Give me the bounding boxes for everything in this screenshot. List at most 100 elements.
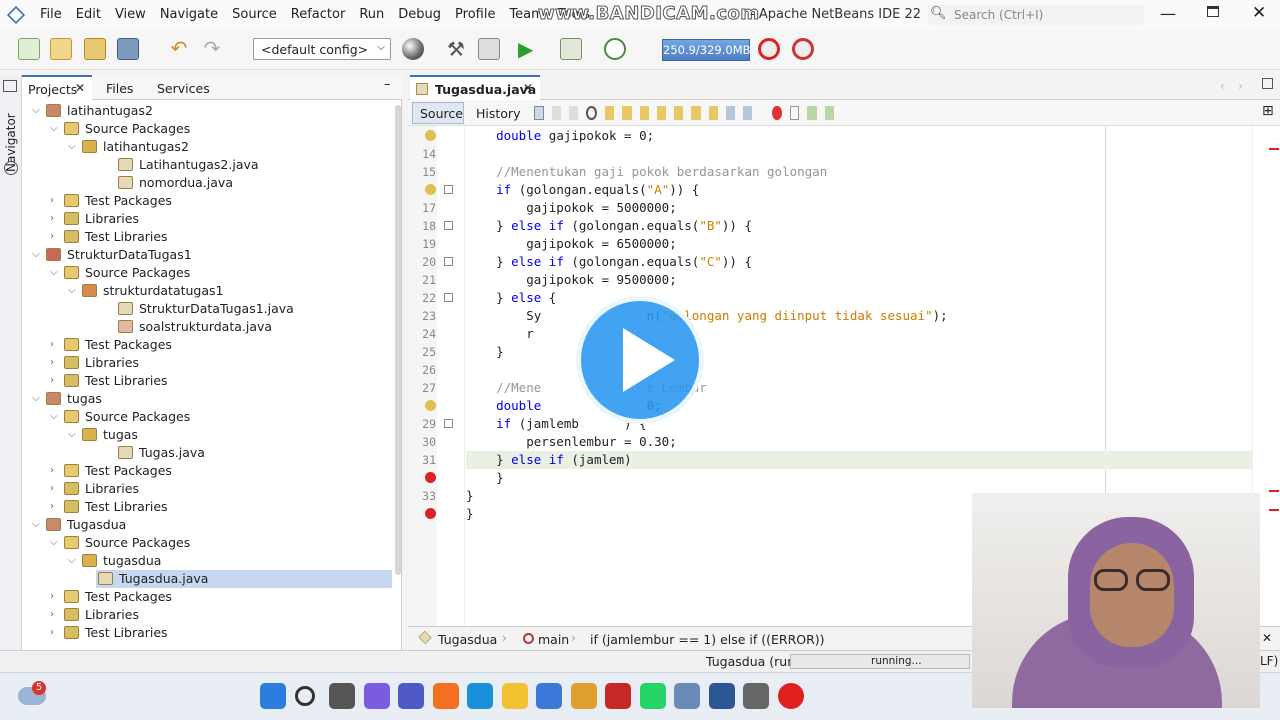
chevron-down-icon[interactable]: ⌵	[68, 429, 78, 440]
chevron-down-icon[interactable]: ⌵	[68, 141, 78, 152]
fold-toggle-icon[interactable]	[444, 293, 453, 302]
toggle-bookmark-icon[interactable]	[708, 106, 718, 120]
tree-item[interactable]: Test Libraries	[64, 372, 168, 390]
chevron-down-icon[interactable]: ⌵	[32, 393, 42, 404]
chevron-down-icon[interactable]: ⌵	[68, 285, 78, 296]
chevron-down-icon[interactable]: ⌵	[32, 249, 42, 260]
code-line[interactable]: } else if (golongan.equals("B")) {	[466, 217, 752, 235]
file-explorer-icon[interactable]	[501, 683, 528, 709]
chevron-down-icon[interactable]: ⌵	[32, 105, 42, 116]
code-line[interactable]: gajipokok = 5000000;	[466, 199, 677, 217]
chevron-right-icon[interactable]: ›	[50, 609, 60, 620]
comment-icon[interactable]	[807, 106, 817, 120]
chevron-down-icon[interactable]: ⌵	[50, 537, 60, 548]
build-hammer-icon[interactable]: ⚒	[445, 38, 467, 60]
menu-file[interactable]: File	[33, 7, 69, 22]
back-icon[interactable]	[551, 106, 562, 120]
chevron-down-icon[interactable]: ⌵	[68, 555, 78, 566]
menu-profile[interactable]: Profile	[448, 7, 502, 22]
tree-scrollbar[interactable]	[395, 105, 401, 575]
forward-icon[interactable]	[569, 106, 579, 120]
code-line[interactable]: if (golongan.equals("A")) {	[466, 181, 699, 199]
hint-bulb-icon[interactable]	[425, 400, 436, 411]
bandicam-record-icon[interactable]	[777, 683, 804, 709]
profiler-snapshot-icon[interactable]	[792, 38, 814, 60]
calculator-icon[interactable]	[743, 683, 769, 709]
code-line[interactable]: }	[466, 487, 474, 505]
chrome-icon[interactable]	[570, 683, 597, 709]
chevron-down-icon[interactable]: ⌵	[50, 267, 60, 278]
word-icon[interactable]	[708, 683, 735, 709]
tab-services[interactable]: Services	[157, 81, 210, 96]
fold-toggle-icon[interactable]	[444, 185, 453, 194]
tree-item[interactable]: Source Packages	[64, 534, 190, 552]
code-line[interactable]: r	[466, 325, 534, 343]
close-icon[interactable]: ✕	[1252, 3, 1266, 23]
chevron-right-icon[interactable]: ›	[50, 627, 60, 638]
tab-source[interactable]: Source	[412, 102, 464, 124]
split-icon[interactable]: ⊞	[1262, 103, 1274, 119]
menu-edit[interactable]: Edit	[69, 7, 108, 22]
store-icon[interactable]	[536, 683, 562, 709]
chevron-right-icon[interactable]: ›	[50, 591, 60, 602]
tree-item[interactable]: Test Packages	[64, 462, 172, 480]
tree-item[interactable]: strukturdatatugas1	[82, 282, 224, 300]
config-select[interactable]: <default config> ⌵	[253, 38, 391, 60]
toggle-highlight-icon[interactable]	[639, 106, 649, 120]
undo-icon[interactable]: ↶	[168, 38, 190, 60]
stop-macro-icon[interactable]	[789, 106, 800, 120]
breadcrumb-class[interactable]: Tugasdua	[438, 632, 497, 647]
tree-item[interactable]: Tugas.java	[118, 444, 205, 462]
find-selection-icon[interactable]	[656, 106, 667, 120]
scroll-left-icon[interactable]: ‹	[1220, 79, 1225, 93]
menu-view[interactable]: View	[108, 7, 153, 22]
task-view-icon[interactable]	[329, 683, 355, 709]
run-icon[interactable]: ▶	[518, 38, 540, 60]
tree-item[interactable]: StrukturDataTugas1	[46, 246, 192, 264]
error-mark[interactable]	[1269, 509, 1279, 511]
code-line[interactable]: Sy n("Golongan yang diinput tidak sesuai…	[466, 307, 947, 325]
code-line[interactable]: gajipokok = 9500000;	[466, 271, 677, 289]
prev-bookmark-icon[interactable]	[674, 106, 684, 120]
scroll-right-icon[interactable]: ›	[1238, 79, 1243, 93]
tab-files[interactable]: Files	[106, 81, 133, 96]
memory-indicator[interactable]: 250.9/329.0MB	[662, 39, 751, 61]
tree-item[interactable]: Test Packages	[64, 336, 172, 354]
chevron-right-icon[interactable]: ›	[50, 483, 60, 494]
next-bookmark-icon[interactable]	[691, 106, 701, 120]
chevron-right-icon[interactable]: ›	[50, 195, 60, 206]
tree-item[interactable]: Test Packages	[64, 588, 172, 606]
close-tab-icon[interactable]: ✕	[75, 81, 85, 95]
tree-item[interactable]: soalstrukturdata.java	[118, 318, 272, 336]
chevron-right-icon[interactable]: ›	[50, 213, 60, 224]
tree-item[interactable]: Test Libraries	[64, 228, 168, 246]
tree-item[interactable]: Test Libraries	[64, 624, 168, 642]
search-box[interactable]: 🔍︎ Search (Ctrl+I)	[928, 5, 1144, 25]
code-line[interactable]: } else if (golongan.equals("C")) {	[466, 253, 752, 271]
menu-debug[interactable]: Debug	[391, 7, 448, 22]
mcafee-icon[interactable]	[605, 683, 631, 709]
tree-item[interactable]: tugasdua	[82, 552, 161, 570]
tree-item[interactable]: Tugasdua.java	[96, 570, 392, 588]
code-line[interactable]: } else {	[466, 289, 556, 307]
last-edit-icon[interactable]	[534, 106, 544, 120]
hint-bulb-icon[interactable]	[425, 130, 436, 141]
breadcrumb-method[interactable]: main	[538, 632, 569, 647]
tree-item[interactable]: Libraries	[64, 480, 139, 498]
play-button[interactable]	[576, 296, 704, 424]
fold-toggle-icon[interactable]	[444, 257, 453, 266]
menu-run[interactable]: Run	[352, 7, 391, 22]
profile-icon[interactable]	[604, 38, 626, 60]
uncomment-icon[interactable]	[824, 106, 834, 120]
clean-build-icon[interactable]	[478, 38, 500, 60]
chevron-right-icon[interactable]: ›	[50, 465, 60, 476]
code-line[interactable]: persenlembur = 0.30;	[466, 433, 677, 451]
tree-item[interactable]: latihantugas2	[82, 138, 189, 156]
fold-toggle-icon[interactable]	[444, 419, 453, 428]
gc-icon[interactable]	[758, 38, 780, 60]
shift-left-icon[interactable]	[725, 106, 736, 120]
chevron-right-icon[interactable]: ›	[50, 501, 60, 512]
new-file-icon[interactable]	[18, 38, 40, 60]
chevron-down-icon[interactable]: ⌵	[50, 411, 60, 422]
menu-source[interactable]: Source	[225, 7, 284, 22]
